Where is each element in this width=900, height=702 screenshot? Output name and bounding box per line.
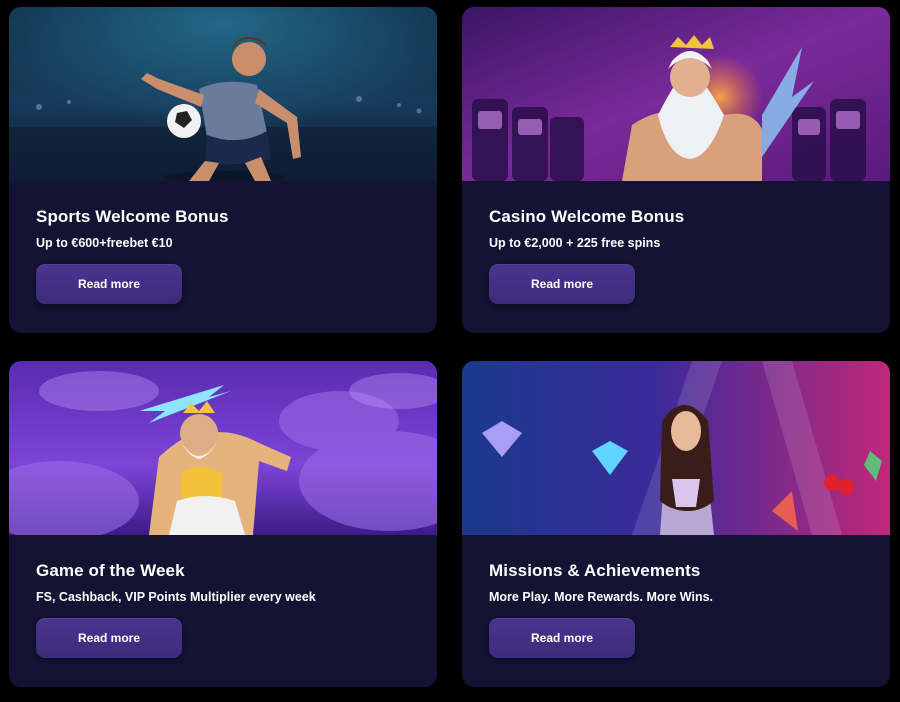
read-more-button[interactable]: Read more (489, 618, 635, 658)
promo-title: Sports Welcome Bonus (36, 207, 229, 226)
read-more-button[interactable]: Read more (36, 264, 182, 304)
zeus-casino-image (462, 7, 890, 181)
promo-card-casino-welcome-bonus: Casino Welcome Bonus Up to €2,000 + 225 … (462, 7, 890, 333)
promo-title: Missions & Achievements (489, 561, 701, 580)
promo-title: Game of the Week (36, 561, 185, 580)
woman-holding-diamond-image (462, 361, 890, 535)
promo-title: Casino Welcome Bonus (489, 207, 685, 226)
soccer-player-kicking-ball-image (9, 7, 437, 181)
promo-subtitle: More Play. More Rewards. More Wins. (489, 590, 714, 604)
read-more-button[interactable]: Read more (36, 618, 182, 658)
promo-card-game-of-the-week: Game of the Week FS, Cashback, VIP Point… (9, 361, 437, 687)
read-more-button[interactable]: Read more (489, 264, 635, 304)
zeus-lightning-clouds-image (9, 361, 437, 535)
promo-subtitle: Up to €600+freebet €10 (36, 236, 173, 250)
promo-card-missions-achievements: Missions & Achievements More Play. More … (462, 361, 890, 687)
promo-subtitle: FS, Cashback, VIP Points Multiplier ever… (36, 590, 316, 604)
promo-subtitle: Up to €2,000 + 225 free spins (489, 236, 661, 250)
promo-card-sports-welcome-bonus: Sports Welcome Bonus Up to €600+freebet … (9, 7, 437, 333)
